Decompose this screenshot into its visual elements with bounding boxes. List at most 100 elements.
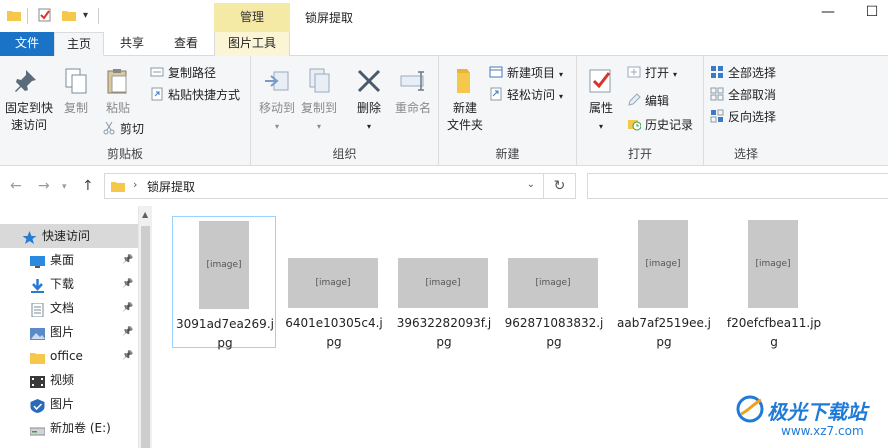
move-to-dropdown[interactable]: ▾ xyxy=(275,122,279,131)
history-button[interactable]: 历史记录 xyxy=(627,116,693,134)
divider xyxy=(98,8,99,24)
select-group-label: 选择 xyxy=(733,147,758,161)
navigation-pane: 快速访问 桌面 📌 下载 📌 文档 📌 图片 📌 office 📌 视频 图片 新加卷 (E:) xyxy=(0,206,152,448)
properties-check-icon xyxy=(589,69,611,93)
scissors-icon xyxy=(103,121,115,135)
select-all-button[interactable]: 全部选择 xyxy=(710,64,776,82)
history-label: 历史记录 xyxy=(645,118,694,132)
address-history-dropdown[interactable]: ⌄ xyxy=(527,179,535,190)
file-name-line1: aab7af2519ee.j xyxy=(617,316,711,330)
maximize-button[interactable]: ☐ xyxy=(860,4,884,26)
tab-share[interactable]: 共享 xyxy=(108,32,156,56)
up-arrow-icon[interactable]: ↑ xyxy=(82,178,94,194)
recent-locations-dropdown[interactable]: ▾ xyxy=(62,182,67,192)
breadcrumb-chevron-icon[interactable]: › xyxy=(133,178,137,191)
properties-check-icon[interactable] xyxy=(38,8,52,22)
file-tile[interactable]: [image] 3091ad7ea269.j pg xyxy=(172,216,276,350)
minimize-button[interactable]: — xyxy=(816,4,840,26)
nav-quick-access[interactable]: 快速访问 xyxy=(0,224,138,248)
refresh-button[interactable]: ↻ xyxy=(544,173,576,199)
nav-item[interactable]: 桌面 📌 xyxy=(0,248,138,272)
nav-item[interactable]: 新加卷 (E:) xyxy=(0,416,138,440)
paste-label: 粘贴 xyxy=(105,101,130,115)
edit-label: 编辑 xyxy=(645,94,670,108)
delete-dropdown[interactable]: ▾ xyxy=(367,122,371,131)
delete-button[interactable]: 删除 ▾ xyxy=(351,66,387,135)
pin-icon[interactable]: 📌 xyxy=(122,296,133,320)
new-folder-button[interactable]: 新建 文件夹 xyxy=(443,66,487,134)
pin-icon[interactable]: 📌 xyxy=(122,248,133,272)
copy-path-icon xyxy=(150,67,164,77)
properties-button[interactable]: 属性 ▾ xyxy=(583,66,619,135)
pin-icon xyxy=(15,70,36,92)
file-name-line1: f20efcfbea11.jp xyxy=(726,316,822,330)
copy-to-button[interactable]: 复制到 ▾ xyxy=(299,66,339,135)
breadcrumb[interactable]: 锁屏提取 xyxy=(147,178,195,195)
file-tile[interactable]: [image] 39632282093f.j pg xyxy=(392,216,496,349)
pin-icon[interactable]: 📌 xyxy=(122,272,133,296)
tab-view[interactable]: 查看 xyxy=(162,32,210,56)
copy-icon xyxy=(65,68,87,94)
nav-item-label: 新加卷 (E:) xyxy=(50,421,111,435)
new-group: 新建 文件夹 新建项目 ▾ 轻松访问 ▾ 新建 xyxy=(439,56,577,166)
pin-to-quick-access-button[interactable]: 固定到快 速访问 xyxy=(4,66,54,134)
clipboard-group-label: 剪贴板 xyxy=(106,147,143,161)
edit-button[interactable]: 编辑 xyxy=(627,92,669,110)
nav-item[interactable]: office 📌 xyxy=(0,344,138,368)
copy-to-icon xyxy=(309,68,330,93)
tab-home[interactable]: 主页 xyxy=(54,32,104,56)
file-tile[interactable]: [image] f20efcfbea11.jp g xyxy=(722,216,826,349)
file-tile[interactable]: [image] 962871083832.j pg xyxy=(502,216,606,349)
scrollbar-thumb[interactable] xyxy=(141,226,150,448)
pin-icon[interactable]: 📌 xyxy=(122,320,133,344)
new-item-button[interactable]: 新建项目 ▾ xyxy=(489,64,563,82)
copy-path-button[interactable]: 复制路径 xyxy=(150,64,216,82)
pin-icon[interactable]: 📌 xyxy=(122,344,133,368)
open-button[interactable]: 打开 ▾ xyxy=(627,64,677,82)
file-name: f20efcfbea11.jp g xyxy=(724,314,824,352)
nav-item[interactable]: 下载 📌 xyxy=(0,272,138,296)
properties-dropdown[interactable]: ▾ xyxy=(599,122,603,131)
nav-item[interactable]: 图片 xyxy=(0,392,138,416)
rename-label: 重命名 xyxy=(394,101,431,115)
nav-item-label: office xyxy=(50,349,83,363)
nav-item[interactable]: 文档 📌 xyxy=(0,296,138,320)
nav-item-label: 文档 xyxy=(50,301,75,315)
rename-button[interactable]: 重命名 xyxy=(391,66,435,117)
nav-item[interactable]: 视频 xyxy=(0,368,138,392)
cut-button[interactable]: 剪切 xyxy=(102,120,144,138)
move-to-button[interactable]: 移动到 ▾ xyxy=(257,66,297,135)
invert-selection-icon xyxy=(710,109,724,123)
paste-button[interactable]: 粘贴 xyxy=(100,66,136,117)
select-none-button[interactable]: 全部取消 xyxy=(710,86,776,104)
copy-button[interactable]: 复制 xyxy=(58,66,94,117)
easy-access-dropdown[interactable]: ▾ xyxy=(559,92,563,101)
paste-icon xyxy=(107,69,127,94)
folder-icon[interactable] xyxy=(7,8,21,22)
customize-quick-access-dropdown[interactable]: ▾ xyxy=(83,10,88,21)
copy-to-dropdown[interactable]: ▾ xyxy=(317,122,321,131)
forward-arrow-icon[interactable]: → xyxy=(38,178,50,194)
context-tab-label: 管理 xyxy=(239,10,264,24)
paste-shortcut-button[interactable]: 粘贴快捷方式 xyxy=(150,86,240,104)
scroll-up-arrow-icon[interactable]: ▲ xyxy=(142,210,148,219)
new-folder-label-line1: 新建 xyxy=(452,101,477,115)
navigation-scrollbar[interactable]: ▲ xyxy=(138,206,152,448)
file-tile[interactable]: [image] aab7af2519ee.j pg xyxy=(612,216,716,349)
tab-picture-tools[interactable]: 图片工具 xyxy=(214,32,290,56)
search-input[interactable] xyxy=(587,173,888,199)
move-to-label: 移动到 xyxy=(258,101,295,115)
new-item-dropdown[interactable]: ▾ xyxy=(559,70,563,79)
new-item-icon xyxy=(489,66,503,78)
address-bar[interactable]: › 锁屏提取 ⌄ xyxy=(104,173,544,199)
organize-group: 移动到 ▾ 复制到 ▾ 删除 ▾ 重命名 组织 xyxy=(251,56,439,166)
easy-access-button[interactable]: 轻松访问 ▾ xyxy=(489,86,563,104)
new-folder-icon[interactable] xyxy=(62,8,76,22)
back-arrow-icon[interactable]: ← xyxy=(10,178,22,194)
nav-item[interactable]: 图片 📌 xyxy=(0,320,138,344)
file-tile[interactable]: [image] 6401e10305c4.j pg xyxy=(282,216,386,349)
tab-file[interactable]: 文件 xyxy=(0,32,54,56)
delete-x-icon xyxy=(357,69,381,93)
invert-selection-button[interactable]: 反向选择 xyxy=(710,108,776,126)
open-dropdown[interactable]: ▾ xyxy=(673,70,677,79)
